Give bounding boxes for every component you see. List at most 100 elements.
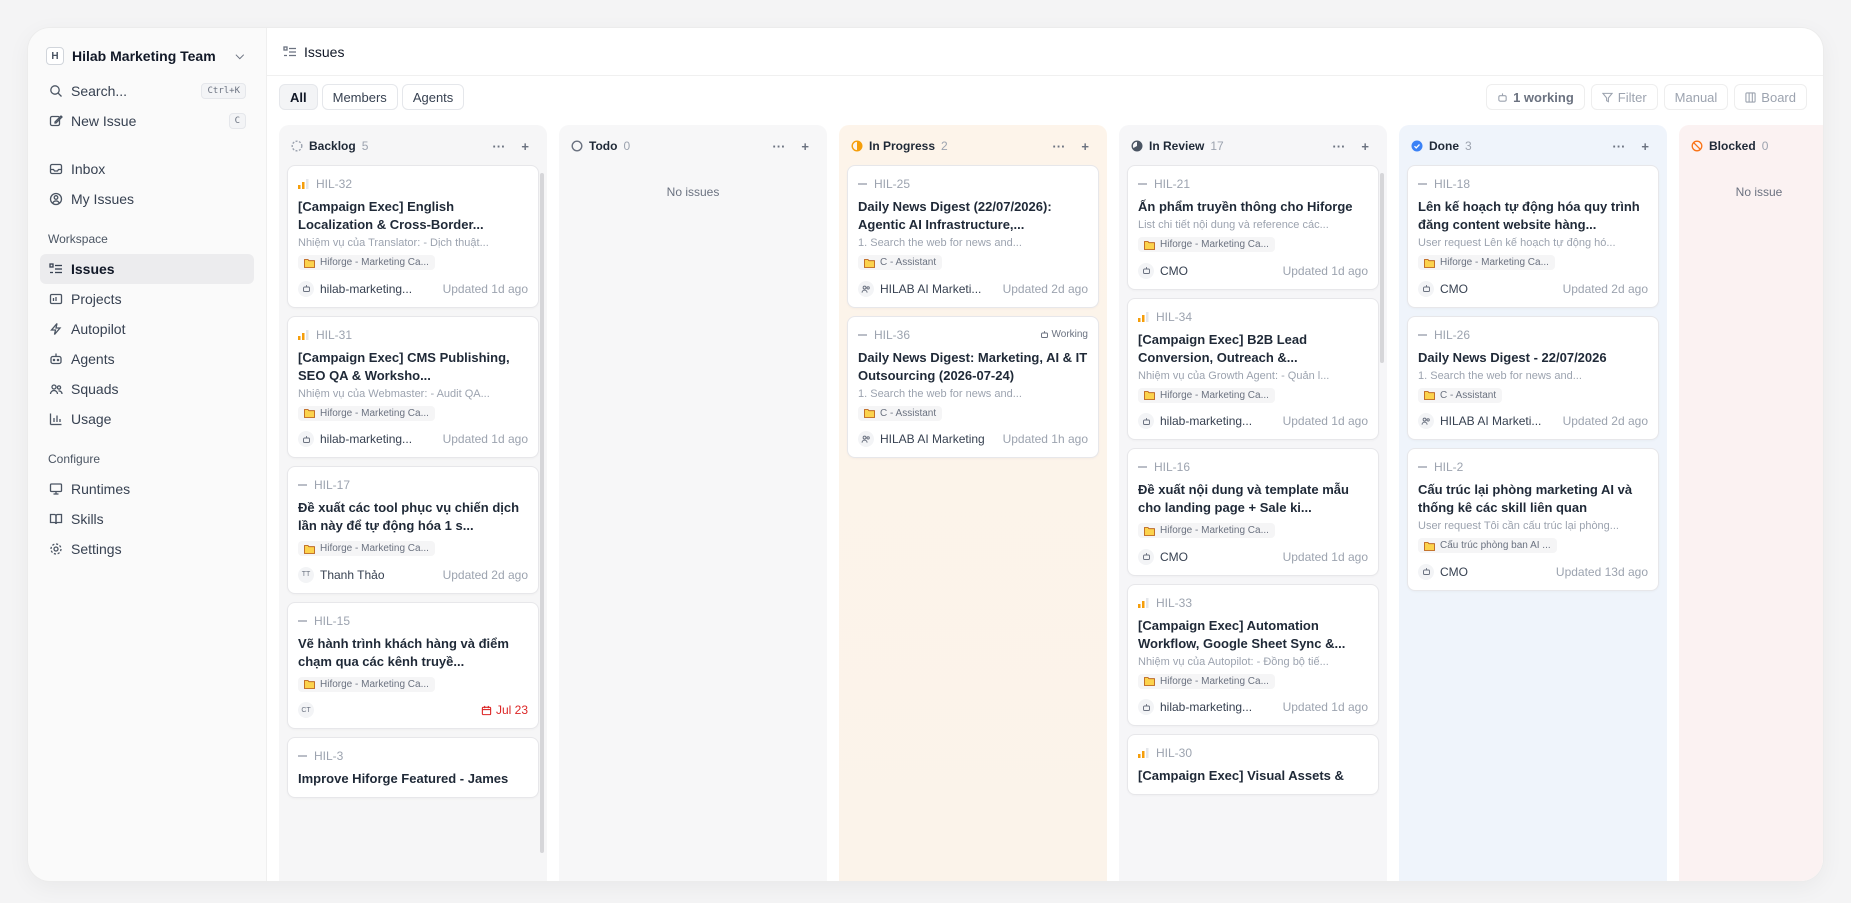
- sidebar-item-projects[interactable]: Projects: [40, 284, 254, 314]
- avatar[interactable]: [1138, 699, 1154, 715]
- more-options-icon[interactable]: ···: [1052, 139, 1065, 154]
- avatar[interactable]: [1138, 413, 1154, 429]
- issue-card[interactable]: HIL-17 Đề xuất các tool phục vụ chiến dịc…: [287, 466, 539, 594]
- sidebar-item-agents[interactable]: Agents: [40, 344, 254, 374]
- issue-card[interactable]: HIL-34 [Campaign Exec] B2B Lead Conversio…: [1127, 297, 1379, 440]
- sidebar-item-search[interactable]: Search... Ctrl+K: [40, 76, 254, 106]
- empty-state: No issue: [1735, 185, 1783, 199]
- column-count: 0: [623, 139, 631, 153]
- working-indicator[interactable]: 1 working: [1486, 84, 1585, 110]
- sidebar-item-inbox[interactable]: Inbox: [40, 154, 254, 184]
- sidebar-item-settings[interactable]: Settings: [40, 534, 254, 564]
- issue-card[interactable]: HIL-26 Daily News Digest - 22/07/2026 1. S…: [1407, 315, 1659, 440]
- sidebar-item-runtimes[interactable]: Runtimes: [40, 474, 254, 504]
- project-name: Hiforge - Marketing Ca...: [1160, 239, 1269, 250]
- project-chip[interactable]: Hiforge - Marketing Ca...: [1138, 387, 1275, 403]
- updated-time: Updated 1h ago: [1002, 432, 1088, 446]
- nav-item-label: Agents: [71, 351, 115, 367]
- project-chip[interactable]: Hiforge - Marketing Ca...: [298, 255, 435, 270]
- sidebar-item-autopilot[interactable]: Autopilot: [40, 314, 254, 344]
- avatar[interactable]: [298, 431, 314, 447]
- issue-id: HIL-21: [1154, 177, 1191, 191]
- project-chip[interactable]: Hiforge - Marketing Ca...: [298, 405, 435, 421]
- project-chip[interactable]: Cấu trúc phòng ban AI ...: [1418, 538, 1557, 553]
- issue-card[interactable]: HIL-33 [Campaign Exec] Automation Workflo…: [1127, 583, 1379, 726]
- issue-card[interactable]: HIL-31 [Campaign Exec] CMS Publishing, SE…: [287, 315, 539, 458]
- issue-card[interactable]: HIL-21 Ấn phẩm truyền thông cho Hiforge Li…: [1127, 165, 1379, 290]
- avatar[interactable]: TT: [298, 566, 314, 583]
- updated-time: Updated 1d ago: [1282, 700, 1368, 714]
- project-name: C - Assistant: [880, 407, 937, 419]
- issue-id-row: HIL-15: [298, 613, 528, 629]
- project-chip[interactable]: C - Assistant: [858, 255, 943, 270]
- add-issue-icon[interactable]: +: [1361, 139, 1369, 154]
- assignee-name: hilab-marketing...: [1160, 700, 1253, 714]
- sidebar-item-skills[interactable]: Skills: [40, 504, 254, 534]
- filter-tab-all[interactable]: All: [279, 84, 318, 110]
- priority-none-icon: [298, 480, 308, 490]
- avatar[interactable]: [858, 280, 874, 297]
- nav-item-label: Inbox: [71, 161, 106, 177]
- project-chip[interactable]: Hiforge - Marketing Ca...: [298, 676, 435, 692]
- avatar[interactable]: [298, 280, 314, 297]
- issue-footer: hilab-marketing... Updated 1d ago: [1138, 698, 1368, 716]
- filter-tab-members[interactable]: Members: [321, 84, 398, 110]
- add-issue-icon[interactable]: +: [1081, 139, 1089, 154]
- more-options-icon[interactable]: ···: [1332, 139, 1345, 154]
- project-chip[interactable]: Hiforge - Marketing Ca...: [1418, 255, 1555, 270]
- team-switcher[interactable]: H Hilab Marketing Team ⌵: [40, 42, 254, 70]
- filter-tab-agents[interactable]: Agents: [401, 84, 465, 110]
- issue-card[interactable]: HIL-2 Cấu trúc lại phòng marketing AI và …: [1407, 448, 1659, 591]
- gear-icon: [48, 541, 64, 557]
- project-chip[interactable]: C - Assistant: [858, 405, 943, 421]
- issue-card[interactable]: HIL-15 Vẽ hành trình khách hàng và điểm c…: [287, 601, 539, 729]
- avatar[interactable]: CT: [298, 702, 314, 718]
- avatar[interactable]: [1138, 262, 1154, 279]
- issue-id: HIL-17: [314, 478, 351, 492]
- column-backlog: Backlog 5 ··· + HIL-32 [Campaign Exec] Englis…: [279, 125, 547, 881]
- column-scrollbar[interactable]: [540, 173, 544, 853]
- project-chip[interactable]: Hiforge - Marketing Ca...: [1138, 673, 1275, 689]
- avatar[interactable]: [1418, 413, 1434, 429]
- column-actions: ··· +: [1332, 139, 1369, 154]
- issue-card[interactable]: HIL-32 [Campaign Exec] English Localizati…: [287, 165, 539, 308]
- manual-sort-button[interactable]: Manual: [1663, 84, 1729, 110]
- avatar[interactable]: [1418, 280, 1434, 297]
- project-chip[interactable]: Hiforge - Marketing Ca...: [1138, 523, 1275, 538]
- chart-icon: [48, 411, 64, 427]
- issue-card[interactable]: HIL-18 Lên kế hoạch tự động hóa quy trình…: [1407, 165, 1659, 308]
- issue-footer: HILAB AI Marketi... Updated 2d ago: [858, 280, 1088, 298]
- issue-card[interactable]: HIL-30 [Campaign Exec] Visual Assets &: [1127, 734, 1379, 795]
- project-chip[interactable]: C - Assistant: [1418, 387, 1503, 403]
- avatar[interactable]: [1138, 548, 1154, 565]
- sidebar-item-squads[interactable]: Squads: [40, 374, 254, 404]
- page-title: Issues: [304, 43, 345, 60]
- issue-card[interactable]: HIL-3 Improve Hiforge Featured - James: [287, 737, 539, 798]
- filter-button[interactable]: Filter: [1590, 84, 1658, 110]
- column-scrollbar[interactable]: [1380, 173, 1384, 363]
- issue-card[interactable]: HIL-25 Daily News Digest (22/07/2026): Ag…: [847, 165, 1099, 308]
- chevron-down-icon: ⌵: [235, 49, 244, 62]
- project-chip[interactable]: Hiforge - Marketing Ca...: [298, 541, 435, 556]
- issue-card[interactable]: HIL-36 Working Daily News Digest: Marketin…: [847, 315, 1099, 458]
- board-view-button[interactable]: Board: [1734, 84, 1807, 110]
- sidebar-item-new-issue[interactable]: New Issue C: [40, 106, 254, 136]
- column-title: Done: [1429, 139, 1459, 153]
- issue-card[interactable]: HIL-16 Đề xuất nội dung và template mẫu c…: [1127, 448, 1379, 576]
- issue-id-row: HIL-30: [1138, 745, 1368, 761]
- more-options-icon[interactable]: ···: [492, 139, 505, 154]
- more-options-icon[interactable]: ···: [772, 139, 785, 154]
- add-issue-icon[interactable]: +: [801, 139, 809, 154]
- board-icon: [1745, 91, 1756, 103]
- add-issue-icon[interactable]: +: [1641, 139, 1649, 154]
- more-options-icon[interactable]: ···: [1612, 139, 1625, 154]
- project-chip[interactable]: Hiforge - Marketing Ca...: [1138, 237, 1275, 252]
- issue-id: HIL-3: [314, 749, 344, 763]
- user-circle-icon: [48, 191, 64, 207]
- add-issue-icon[interactable]: +: [521, 139, 529, 154]
- sidebar-item-issues[interactable]: Issues: [40, 254, 254, 284]
- sidebar-item-usage[interactable]: Usage: [40, 404, 254, 434]
- sidebar-item-my-issues[interactable]: My Issues: [40, 184, 254, 214]
- avatar[interactable]: [1418, 563, 1434, 580]
- avatar[interactable]: [858, 431, 874, 447]
